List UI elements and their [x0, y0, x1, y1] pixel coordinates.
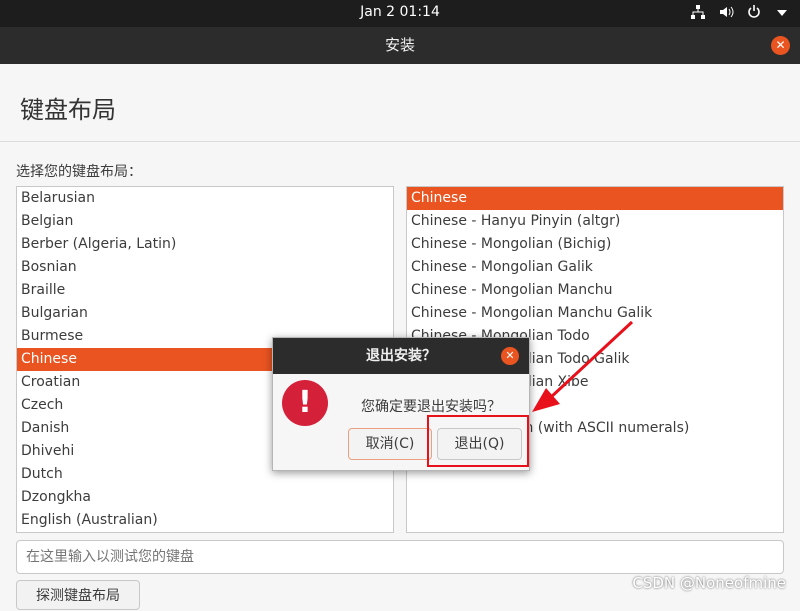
window-title: 安装 — [384, 36, 415, 54]
layout-item[interactable]: Belgian — [17, 210, 393, 233]
layout-item[interactable]: Braille — [17, 279, 393, 302]
menu-arrow-icon[interactable] — [774, 4, 790, 20]
variant-item[interactable]: Chinese — [407, 187, 783, 210]
volume-icon[interactable] — [718, 4, 734, 20]
warning-icon: ! — [282, 380, 328, 426]
layout-item[interactable]: Dzongkha — [17, 486, 393, 509]
network-icon[interactable] — [690, 4, 706, 20]
layout-item[interactable]: Berber (Algeria, Latin) — [17, 233, 393, 256]
variant-item[interactable]: Chinese - Mongolian Manchu — [407, 279, 783, 302]
dialog-title: 退出安装？ — [366, 348, 436, 364]
watermark: CSDN @Noneofmine — [632, 574, 786, 592]
annotation-highlight-box — [427, 415, 529, 467]
layout-item[interactable]: Belarusian — [17, 187, 393, 210]
top-bar: Jan 2 01:14 — [0, 0, 800, 27]
dialog-close-icon[interactable]: ✕ — [501, 347, 519, 365]
variant-item[interactable]: Chinese - Mongolian Galik — [407, 256, 783, 279]
system-tray[interactable] — [690, 4, 790, 20]
layout-item[interactable]: Bosnian — [17, 256, 393, 279]
divider — [0, 141, 800, 142]
keyboard-test-input[interactable] — [16, 540, 784, 574]
layout-item[interactable]: Bulgarian — [17, 302, 393, 325]
detect-layout-button[interactable]: 探测键盘布局 — [16, 580, 140, 610]
layout-prompt: 选择您的键盘布局： — [16, 164, 142, 180]
variant-item[interactable]: Chinese - Mongolian Manchu Galik — [407, 302, 783, 325]
variant-item[interactable]: Chinese - Hanyu Pinyin (altgr) — [407, 210, 783, 233]
power-icon[interactable] — [746, 4, 762, 20]
dialog-titlebar: 退出安装？ ✕ — [273, 338, 529, 374]
dialog-message: 您确定要退出安装吗？ — [361, 399, 501, 415]
window-titlebar: 安装 ✕ — [0, 27, 800, 64]
variant-item[interactable]: Chinese - Mongolian (Bichig) — [407, 233, 783, 256]
clock[interactable]: Jan 2 01:14 — [0, 4, 800, 20]
close-icon[interactable]: ✕ — [771, 36, 790, 55]
layout-item[interactable]: English (Australian) — [17, 509, 393, 532]
cancel-button[interactable]: 取消(C) — [348, 428, 432, 460]
page-title: 键盘布局 — [20, 96, 116, 124]
